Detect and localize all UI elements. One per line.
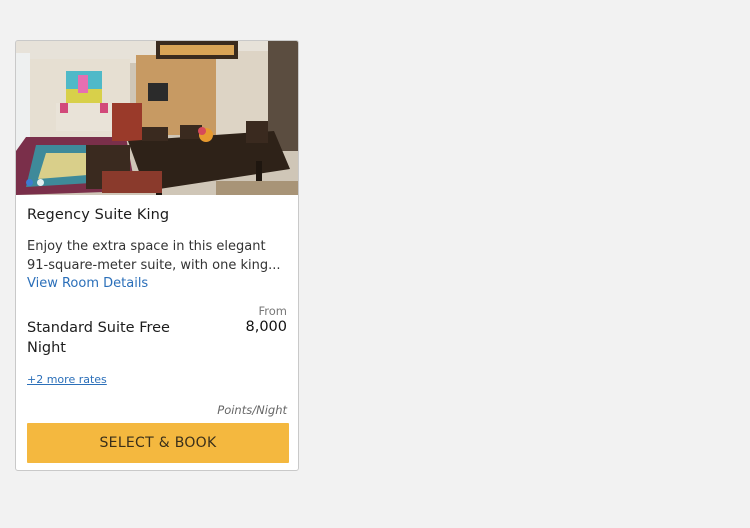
from-label: From xyxy=(258,304,288,318)
room-card: Regency Suite King Enjoy the extra space… xyxy=(15,40,299,471)
rate-row: Standard Suite Free Night From 8,000 xyxy=(27,304,287,366)
room-title: Regency Suite King xyxy=(27,207,170,223)
points-per-night-label: Points/Night xyxy=(217,403,287,417)
more-rates-link[interactable]: +2 more rates xyxy=(27,373,287,386)
rate-name: Standard Suite Free Night xyxy=(27,320,170,356)
room-description: Enjoy the extra space in this elegant 91… xyxy=(27,239,281,273)
room-photo-image xyxy=(16,41,298,195)
room-photo[interactable] xyxy=(16,41,298,195)
rate-price: 8,000 xyxy=(245,319,287,335)
carousel-dot[interactable] xyxy=(37,179,44,186)
select-and-book-button[interactable]: SELECT & BOOK xyxy=(27,423,289,463)
view-room-details-link[interactable]: View Room Details xyxy=(27,275,287,293)
carousel-indicator xyxy=(26,179,44,186)
carousel-dot-active[interactable] xyxy=(26,179,33,186)
